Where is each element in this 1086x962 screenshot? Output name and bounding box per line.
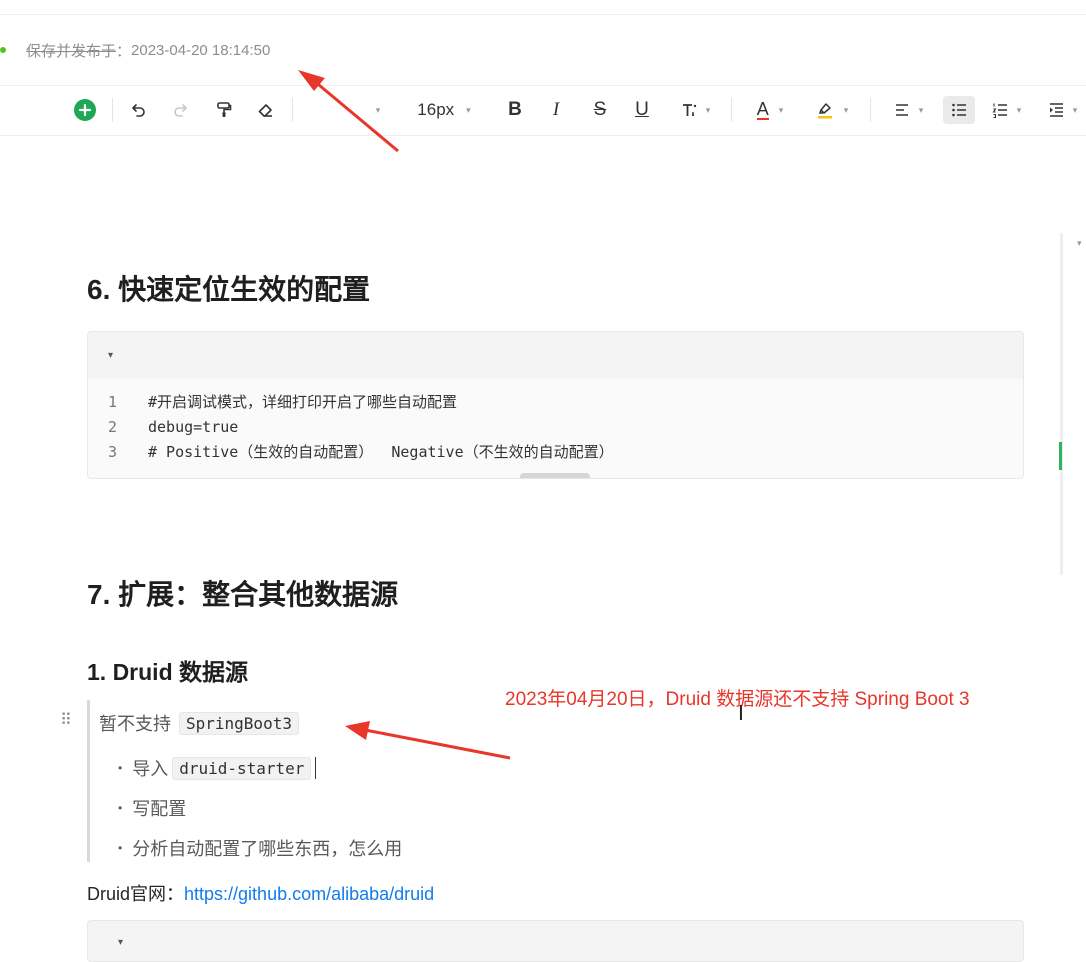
status-dot xyxy=(0,47,6,53)
plus-circle-icon xyxy=(74,99,96,121)
font-size-dropdown[interactable]: 16px ▾ xyxy=(409,96,479,124)
ibeam-cursor-icon: I xyxy=(738,701,744,725)
bullet-icon: • xyxy=(118,761,123,775)
list-item-text: 导入 xyxy=(132,759,169,779)
ordered-list-dropdown[interactable]: ▾ xyxy=(984,96,1028,124)
undo-icon xyxy=(132,104,145,117)
clear-format-button[interactable] xyxy=(254,96,278,124)
collapse-caret-icon[interactable]: ▾ xyxy=(108,350,113,361)
chevron-down-icon: ▾ xyxy=(843,104,849,115)
code-block-body: 1 #开启调试模式，详细打印开启了哪些自动配置 2 debug=true 3 #… xyxy=(88,379,1023,478)
bullet-icon: • xyxy=(118,801,123,815)
code-line: 2 debug=true xyxy=(88,414,1023,439)
list-item: • 导入 druid-starter xyxy=(118,755,317,781)
status-separator: ： xyxy=(116,42,132,60)
chevron-down-icon: ▾ xyxy=(1016,104,1022,115)
font-color-icon: A xyxy=(756,99,769,120)
highlight-color-dropdown[interactable]: ▾ xyxy=(810,96,854,124)
insert-button[interactable] xyxy=(72,96,98,124)
save-status: 保存并发布于： 2023-04-20 18:14:50 xyxy=(0,38,270,62)
editor-toolbar: ▾ 16px ▾ B I S U ▾ A ▾ ▾ ▾ ▾ ▾ xyxy=(0,86,1086,135)
code-block[interactable]: ▾ 1 #开启调试模式，详细打印开启了哪些自动配置 2 debug=true 3… xyxy=(87,331,1024,479)
status-label: 保存并发布于 xyxy=(26,42,117,60)
text-cursor xyxy=(315,757,317,779)
format-painter-icon xyxy=(217,102,232,117)
chevron-down-icon: ▾ xyxy=(778,104,784,115)
indent-icon xyxy=(1049,103,1063,117)
text-style-icon xyxy=(682,104,696,116)
scrollbar-thumb[interactable] xyxy=(1059,442,1062,470)
chevron-down-icon: ▾ xyxy=(705,104,711,115)
heading-section-6: 6. 快速定位生效的配置 xyxy=(87,274,371,305)
code-line: 3 # Positive（生效的自动配置） Negative（不生效的自动配置） xyxy=(88,439,1023,464)
chevron-down-icon: ▾ xyxy=(1072,104,1078,115)
code-line: 1 #开启调试模式，详细打印开启了哪些自动配置 xyxy=(88,389,1023,414)
redo-button[interactable] xyxy=(168,96,192,124)
blockquote-bar xyxy=(87,700,90,862)
drag-handle-icon[interactable]: ⠿ xyxy=(60,710,72,730)
eraser-icon xyxy=(258,104,272,117)
code-block-header: ▾ xyxy=(88,332,1023,379)
chevron-down-icon: ▾ xyxy=(375,104,381,115)
chevron-down-icon: ▾ xyxy=(1077,238,1082,248)
line-number: 2 xyxy=(108,417,118,436)
inline-code: druid-starter xyxy=(172,756,312,780)
code-text: #开启调试模式，详细打印开启了哪些自动配置 xyxy=(148,393,458,411)
font-size-value: 16px xyxy=(417,100,455,119)
druid-site-line: Druid官网：https://github.com/alibaba/druid xyxy=(87,880,434,906)
redo-icon xyxy=(174,104,187,117)
align-dropdown[interactable]: ▾ xyxy=(886,96,930,124)
line-number: 3 xyxy=(108,442,118,461)
chevron-down-icon: ▾ xyxy=(466,104,471,115)
annotation-arrow-bottom xyxy=(345,721,511,760)
heading-druid: 1. Druid 数据源 xyxy=(87,659,249,685)
align-left-icon xyxy=(895,104,908,116)
toolbar-separator xyxy=(292,98,293,122)
toolbar-separator xyxy=(731,98,732,122)
toolbar-separator xyxy=(870,98,871,122)
list-item-text: 分析自动配置了哪些东西，怎么用 xyxy=(132,839,403,859)
chevron-down-icon: ▾ xyxy=(918,104,924,115)
underline-icon: U xyxy=(635,99,649,120)
code-text: debug=true xyxy=(148,417,239,436)
undo-button[interactable] xyxy=(127,96,151,124)
font-color-dropdown[interactable]: A ▾ xyxy=(748,96,792,124)
link-label: Druid官网： xyxy=(87,884,185,904)
blockquote-text: 暂不支持 SpringBoot3 xyxy=(99,710,299,736)
top-divider xyxy=(0,14,1086,15)
italic-icon: I xyxy=(552,99,560,120)
quote-label: 暂不支持 xyxy=(99,714,171,734)
more-text-style-dropdown[interactable]: ▾ xyxy=(673,96,717,124)
inline-code: SpringBoot3 xyxy=(179,711,299,735)
horizontal-scrollbar[interactable] xyxy=(520,473,590,478)
underline-button[interactable]: U xyxy=(630,96,654,124)
strikethrough-button[interactable]: S xyxy=(588,96,612,124)
highlighter-icon xyxy=(817,103,832,119)
bold-button[interactable]: B xyxy=(503,96,527,124)
ordered-list-icon xyxy=(992,103,1007,119)
heading-section-7: 7. 扩展：整合其他数据源 xyxy=(87,579,399,610)
druid-link[interactable]: https://github.com/alibaba/druid xyxy=(184,884,434,904)
list-item: • 分析自动配置了哪些东西，怎么用 xyxy=(118,835,402,861)
bullet-icon: • xyxy=(118,841,123,855)
format-painter-button[interactable] xyxy=(212,96,236,124)
collapse-caret-icon[interactable]: ▾ xyxy=(118,937,123,948)
line-number: 1 xyxy=(108,392,118,411)
bold-icon: B xyxy=(508,99,522,120)
toolbar-separator xyxy=(112,98,113,122)
code-block[interactable]: ▾ xyxy=(87,920,1024,962)
bullet-list-icon xyxy=(952,103,966,117)
toolbar-divider-bottom xyxy=(0,135,1086,136)
status-timestamp: 2023-04-20 18:14:50 xyxy=(131,41,271,59)
heading-dropdown[interactable]: ▾ xyxy=(370,96,386,124)
list-item: • 写配置 xyxy=(118,795,186,821)
code-text: # Positive（生效的自动配置） Negative（不生效的自动配置） xyxy=(148,443,614,461)
strikethrough-icon: S xyxy=(593,99,607,120)
list-item-text: 写配置 xyxy=(132,799,187,819)
italic-button[interactable]: I xyxy=(544,96,568,124)
vertical-scrollbar[interactable] xyxy=(1060,233,1063,575)
indent-dropdown[interactable]: ▾ xyxy=(1040,96,1084,124)
bullet-list-button[interactable] xyxy=(943,96,975,124)
